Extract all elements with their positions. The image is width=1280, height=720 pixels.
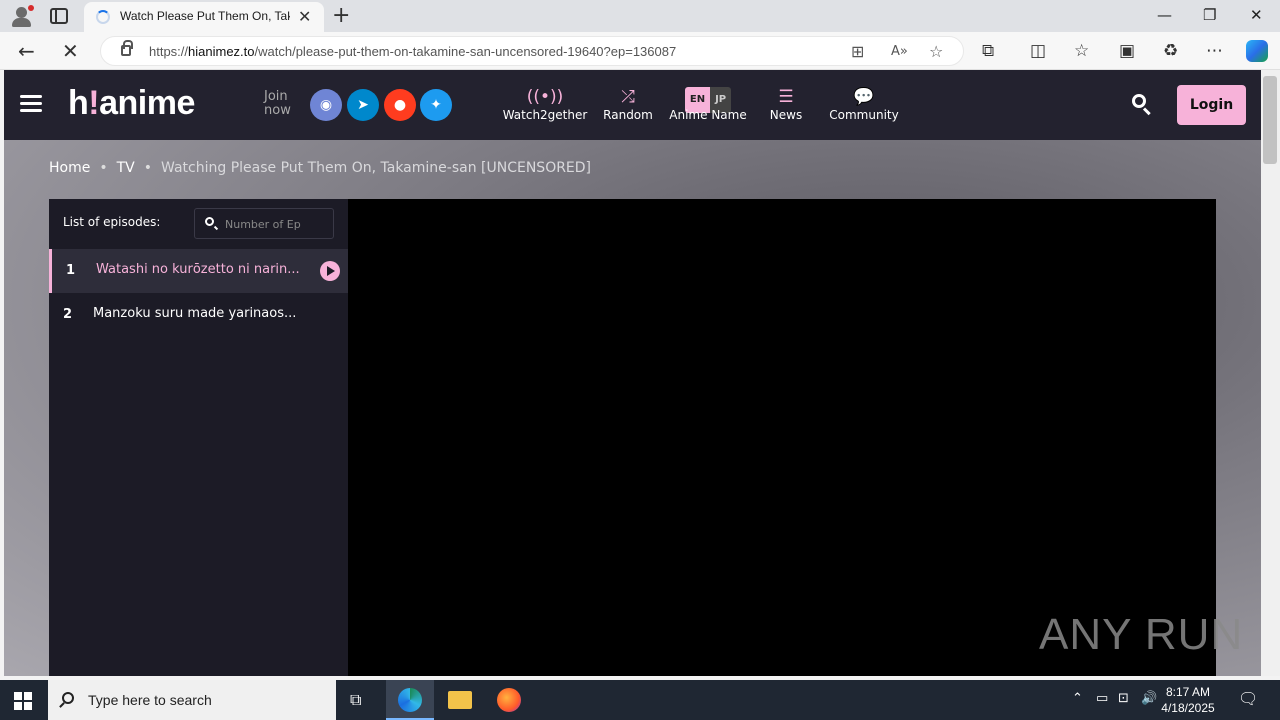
stop-loading-icon[interactable]: ✕	[62, 39, 79, 63]
episode-number: 2	[63, 307, 73, 322]
site-logo[interactable]: h!anime	[68, 84, 195, 123]
more-options-icon[interactable]: ⋯	[1206, 41, 1223, 61]
broadcast-icon: ((•))	[526, 87, 564, 107]
file-explorer-icon[interactable]	[448, 691, 472, 709]
minimize-icon[interactable]: —	[1157, 6, 1172, 24]
episode-number: 1	[66, 263, 76, 278]
nav-anime-name[interactable]: EN JP Anime Name	[668, 86, 748, 122]
twitter-icon[interactable]: ✦	[420, 89, 452, 121]
nav-label: Community	[829, 108, 899, 122]
play-icon[interactable]	[320, 261, 340, 281]
episode-title: Manzoku suru made yarinaos...	[93, 306, 297, 321]
edge-icon	[398, 688, 422, 712]
taskbar-search[interactable]: Type here to search	[48, 680, 336, 720]
restore-icon[interactable]: ❐	[1203, 6, 1216, 24]
search-icon	[205, 217, 214, 226]
site-header: h!anime Join now ◉ ➤ ● ✦ ((•)) Watch2get…	[4, 70, 1261, 140]
episode-search-input[interactable]	[225, 215, 329, 233]
taskbar-search-text: Type here to search	[88, 692, 212, 708]
rss-icon: ☰	[778, 87, 794, 107]
url-bar[interactable]: https://hianimez.to/watch/please-put-the…	[100, 36, 964, 66]
windows-taskbar: Type here to search ⧉ ⌃ ▭ ⊡ 🔊 8:17 AM 4/…	[0, 680, 1280, 720]
close-tab-icon[interactable]: ✕	[298, 7, 311, 26]
copilot-icon[interactable]	[1246, 40, 1268, 62]
notifications-icon[interactable]: 🗨	[1238, 689, 1258, 708]
episode-search[interactable]	[194, 208, 334, 239]
device-icon[interactable]: ▭	[1096, 691, 1108, 706]
system-clock[interactable]: 8:17 AM 4/18/2025	[1160, 684, 1216, 716]
scrollbar-thumb[interactable]	[1263, 76, 1277, 164]
firefox-icon[interactable]	[497, 688, 521, 712]
network-icon[interactable]: ⊡	[1118, 691, 1129, 706]
breadcrumb-home[interactable]: Home	[49, 160, 90, 176]
login-button[interactable]: Login	[1177, 85, 1246, 125]
app-available-icon[interactable]: ⊞	[851, 42, 864, 61]
loading-spinner-icon	[96, 10, 110, 24]
url-text[interactable]: https://hianimez.to/watch/please-put-the…	[149, 44, 676, 59]
performance-icon[interactable]: ♻	[1163, 41, 1178, 61]
clock-date: 4/18/2025	[1161, 701, 1215, 715]
chat-icon: 💬	[853, 87, 875, 107]
tab-actions-icon[interactable]	[50, 8, 68, 24]
episode-item-1[interactable]: 1 Watashi no kurōzetto ni narin...	[49, 249, 348, 293]
volume-icon[interactable]: 🔊	[1141, 691, 1157, 706]
nav-label: Anime Name	[669, 108, 747, 122]
page-scrollbar[interactable]	[1261, 70, 1280, 676]
breadcrumb-current: Watching Please Put Them On, Takamine-sa…	[161, 160, 592, 176]
extensions-icon[interactable]: ⧉	[982, 41, 994, 61]
episode-list-panel: List of episodes: 1 Watashi no kurōzetto…	[49, 199, 348, 676]
browser-tab[interactable]: Watch Please Put Them On, Takamine-san […	[84, 2, 324, 32]
menu-icon[interactable]	[20, 95, 42, 113]
nav-random[interactable]: ⤮ Random	[600, 86, 656, 122]
reddit-icon[interactable]: ●	[384, 89, 416, 121]
episode-item-2[interactable]: 2 Manzoku suru made yarinaos...	[49, 293, 348, 337]
breadcrumb-category[interactable]: TV	[117, 160, 135, 176]
tab-title: Watch Please Put Them On, Takamine-san […	[120, 9, 290, 23]
favorites-icon[interactable]: ☆	[1074, 41, 1089, 61]
nav-community[interactable]: 💬 Community	[826, 86, 902, 122]
back-icon[interactable]: ←	[18, 39, 35, 63]
edge-taskbar-button[interactable]	[386, 680, 434, 720]
new-tab-icon[interactable]: +	[332, 3, 350, 28]
episode-list-heading: List of episodes:	[63, 215, 161, 229]
breadcrumb: Home • TV • Watching Please Put Them On, Tak…	[49, 160, 592, 176]
nav-label: Random	[603, 108, 653, 122]
windows-start-icon[interactable]	[14, 692, 32, 710]
read-aloud-icon[interactable]: A»	[891, 44, 908, 59]
watermark: ANY RUN	[1039, 610, 1244, 659]
episode-title: Watashi no kurōzetto ni narin...	[96, 262, 300, 277]
telegram-icon[interactable]: ➤	[347, 89, 379, 121]
nav-label: Watch2gether	[502, 108, 588, 122]
video-player[interactable]	[348, 199, 1216, 676]
search-icon[interactable]	[1130, 92, 1154, 116]
shuffle-icon: ⤮	[621, 87, 635, 107]
collections-icon[interactable]: ▣	[1119, 41, 1135, 61]
split-screen-icon[interactable]: ◫	[1030, 41, 1046, 61]
clock-time: 8:17 AM	[1165, 685, 1211, 699]
nav-news[interactable]: ☰ News	[764, 86, 808, 122]
close-window-icon[interactable]: ✕	[1250, 6, 1263, 24]
web-page: h!anime Join now ◉ ➤ ● ✦ ((•)) Watch2get…	[4, 70, 1261, 676]
favorite-star-icon[interactable]: ☆	[929, 42, 943, 61]
browser-tab-bar: Watch Please Put Them On, Takamine-san […	[0, 0, 1280, 32]
language-toggle[interactable]: EN JP	[668, 86, 748, 113]
search-icon	[62, 692, 74, 704]
task-view-icon[interactable]: ⧉	[350, 690, 374, 714]
show-hidden-icons[interactable]: ⌃	[1072, 691, 1083, 706]
join-now-label: Join now	[264, 89, 291, 118]
nav-watch2gether[interactable]: ((•)) Watch2gether	[502, 86, 588, 122]
discord-icon[interactable]: ◉	[310, 89, 342, 121]
nav-label: News	[769, 108, 803, 122]
lock-icon[interactable]	[121, 40, 133, 56]
profile-icon[interactable]	[10, 5, 34, 27]
